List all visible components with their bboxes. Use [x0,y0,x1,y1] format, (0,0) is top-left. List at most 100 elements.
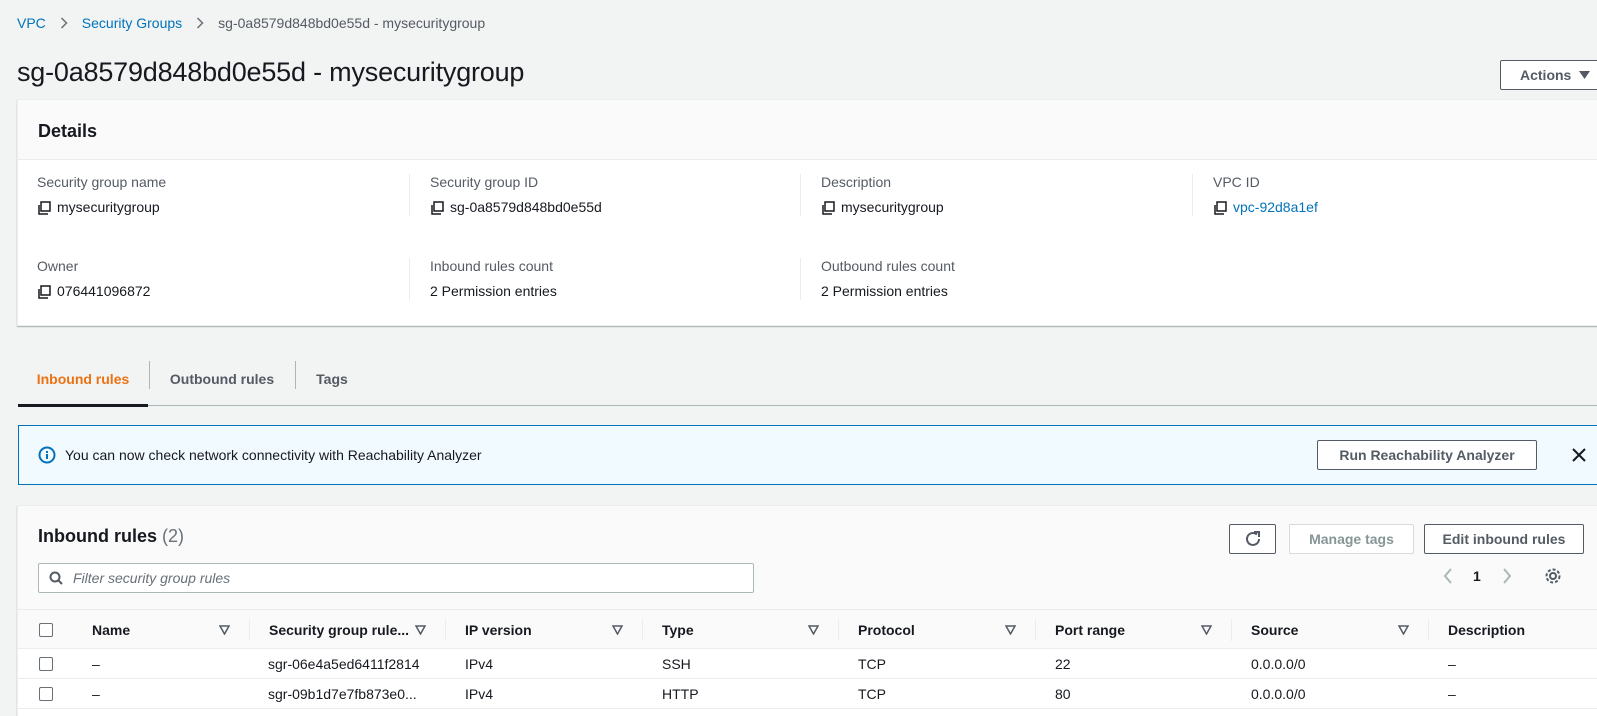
manage-tags-button[interactable]: Manage tags [1289,524,1414,554]
copy-icon[interactable] [1213,200,1227,215]
filter-input[interactable] [73,570,713,586]
gear-icon[interactable] [1544,567,1562,585]
field-value: sg-0a8579d848bd0e55d [450,199,602,215]
sort-icon[interactable] [808,610,819,650]
actions-button[interactable]: Actions [1500,60,1597,90]
column-description-header[interactable]: Description [1448,610,1525,650]
copy-icon[interactable] [37,284,51,299]
cell-port-range: 80 [1055,686,1071,702]
column-divider [249,619,250,641]
column-rule-id-header[interactable]: Security group rule... [269,610,409,650]
column-label: IP version [465,622,532,638]
column-source-header[interactable]: Source [1251,610,1298,650]
chevron-left-icon[interactable] [1443,568,1453,584]
field-value: mysecuritygroup [57,199,160,215]
cell-rule-id: sgr-09b1d7e7fb873e0... [268,686,417,702]
sort-icon[interactable] [1005,610,1016,650]
chevron-right-icon [60,17,68,29]
chevron-right-icon[interactable] [1502,568,1512,584]
column-divider [838,619,839,641]
field-label: Description [821,174,892,190]
field-value: 076441096872 [57,283,151,299]
cell-name: – [92,656,100,672]
cell-description: – [1448,686,1456,702]
column-label: Description [1448,622,1526,638]
column-label: Port range [1055,622,1126,638]
caret-down-icon [1579,71,1591,79]
cell-source: 0.0.0.0/0 [1251,686,1306,702]
column-divider [1428,619,1429,641]
refresh-button[interactable] [1229,524,1276,554]
sort-icon[interactable] [1201,610,1212,650]
info-icon [38,446,56,464]
page-number[interactable]: 1 [1473,568,1481,584]
inbound-rules-panel: Inbound rules (2) Manage tags Edit inbou… [17,505,1597,716]
run-reachability-analyzer-button[interactable]: Run Reachability Analyzer [1317,440,1537,470]
cell-type: HTTP [662,686,699,702]
cell-type: SSH [662,656,691,672]
field-outbound-rules-count: Outbound rules count 2 Permission entrie… [800,258,1190,300]
field-label: Owner [37,258,79,274]
rules-title-text: Inbound rules [38,526,157,546]
field-value-wrapper: mysecuritygroup [821,199,1190,216]
breadcrumb: VPC Security Groups sg-0a8579d848bd0e55d… [17,15,485,31]
copy-icon[interactable] [430,200,444,215]
vpc-id-link[interactable]: vpc-92d8a1ef [1233,199,1318,216]
field-value: mysecuritygroup [841,199,944,215]
breadcrumb-vpc-link[interactable]: VPC [17,15,46,31]
breadcrumb-security-groups-link[interactable]: Security Groups [82,15,182,31]
filter-box [38,563,754,593]
cell-ip-version: IPv4 [465,656,494,672]
table-header: Name Security group rule... IP version T… [18,609,1597,649]
tab-outbound-rules[interactable]: Outbound rules [150,352,294,406]
field-value-wrapper: 076441096872 [37,283,427,300]
tab-inbound-rules[interactable]: Inbound rules [18,352,148,407]
cell-protocol: TCP [858,656,886,672]
breadcrumb-current: sg-0a8579d848bd0e55d - mysecuritygroup [218,15,486,31]
field-inbound-rules-count: Inbound rules count 2 Permission entries [409,258,799,300]
table-row[interactable]: – sgr-09b1d7e7fb873e0... IPv4 HTTP TCP 8… [18,679,1597,709]
page-title: sg-0a8579d848bd0e55d - mysecuritygroup [17,57,525,87]
copy-icon[interactable] [821,200,835,215]
field-label: Security group name [37,174,167,190]
column-label: Name [92,622,131,638]
field-value-wrapper: mysecuritygroup [37,199,427,216]
tabs: Inbound rules Outbound rules Tags [18,352,1597,407]
column-ip-version-header[interactable]: IP version [465,610,532,650]
field-security-group-id: Security group ID sg-0a8579d848bd0e55d [409,174,799,216]
details-heading: Details [18,100,1597,160]
field-owner: Owner 076441096872 [37,258,427,300]
row-checkbox[interactable] [39,657,53,671]
select-all-checkbox[interactable] [39,623,53,637]
rules-title: Inbound rules (2) [38,526,184,547]
cell-rule-id: sgr-06e4a5ed6411f2814 [268,656,420,672]
field-label: VPC ID [1213,174,1260,190]
sort-icon[interactable] [612,610,623,650]
sort-icon[interactable] [219,610,230,650]
search-icon [49,571,63,585]
edit-inbound-rules-button[interactable]: Edit inbound rules [1424,524,1584,554]
tab-tags[interactable]: Tags [296,352,368,406]
field-value: 2 Permission entries [821,283,948,299]
sort-icon[interactable] [415,610,426,650]
details-panel: Details Security group name mysecuritygr… [17,99,1597,326]
column-port-range-header[interactable]: Port range [1055,610,1125,650]
refresh-icon [1244,530,1262,548]
close-icon[interactable] [1571,447,1587,463]
column-divider [445,619,446,641]
column-type-header[interactable]: Type [662,610,694,650]
cell-name: – [92,686,100,702]
rules-count: (2) [162,526,185,546]
info-message: You can now check network connectivity w… [65,447,482,463]
row-checkbox[interactable] [39,687,53,701]
column-divider [1035,619,1036,641]
field-value-wrapper: sg-0a8579d848bd0e55d [430,199,799,216]
field-label: Security group ID [430,174,539,190]
column-protocol-header[interactable]: Protocol [858,610,915,650]
sort-icon[interactable] [1398,610,1409,650]
column-name-header[interactable]: Name [92,610,130,650]
table-row[interactable]: – sgr-06e4a5ed6411f2814 IPv4 SSH TCP 22 … [18,649,1597,679]
field-vpc-id: VPC ID vpc-92d8a1ef [1192,174,1582,216]
cell-source: 0.0.0.0/0 [1251,656,1306,672]
copy-icon[interactable] [37,200,51,215]
